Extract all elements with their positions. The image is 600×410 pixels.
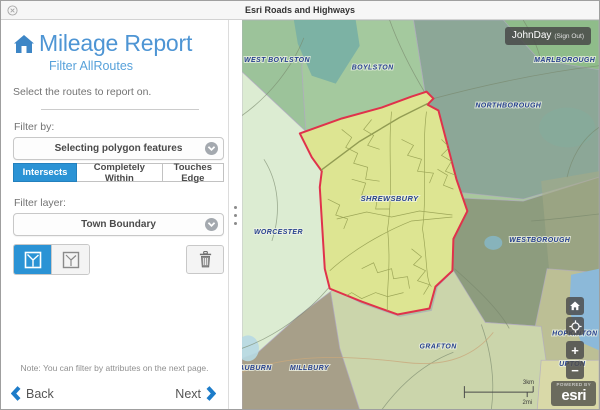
town-label: WEST BOYLSTON (244, 57, 310, 64)
town-label: GRAFTON (420, 343, 458, 350)
esri-brand: esri (556, 388, 591, 403)
map-container: WEST BOYLSTON BOYLSTON MARLBOROUGH NORTH… (242, 20, 599, 410)
panel-header: Mileage Report (13, 30, 225, 57)
divider (41, 109, 199, 110)
scale-mi-label: 2mi (523, 400, 533, 406)
app-title: Esri Roads and Highways (1, 5, 599, 15)
filter-method-dropdown[interactable]: Selecting polygon features (13, 137, 224, 160)
completely-within-button[interactable]: Completely Within (77, 163, 163, 182)
home-icon[interactable] (13, 34, 35, 54)
home-icon (569, 300, 581, 312)
zoom-out-button[interactable]: − (566, 361, 584, 379)
user-name: JohnDay (512, 27, 551, 45)
town-label: BOYLSTON (352, 65, 394, 72)
chevron-down-icon (205, 218, 218, 231)
chevron-right-icon (206, 386, 216, 401)
select-polygon-icon (24, 251, 42, 269)
select-by-extent-button[interactable] (51, 245, 89, 274)
next-button[interactable]: Next (175, 386, 216, 401)
report-panel: Mileage Report Filter AllRoutes Select t… (1, 20, 229, 410)
select-extent-icon (62, 251, 80, 269)
town-label: MARLBOROUGH (534, 57, 596, 64)
sign-out-label: (Sign Out) (554, 33, 584, 40)
home-extent-button[interactable] (566, 297, 584, 315)
town-label: WORCESTER (254, 229, 303, 236)
trash-icon (198, 251, 213, 268)
clear-selection-button[interactable] (186, 245, 224, 274)
chevron-down-icon (205, 142, 218, 155)
instruction-text: Select the routes to report on. (13, 86, 225, 98)
spatial-relation-segment: Intersects Completely Within Touches Edg… (13, 163, 224, 182)
user-sign-out-button[interactable]: JohnDay (Sign Out) (505, 27, 591, 45)
next-label: Next (175, 387, 201, 401)
back-button[interactable]: Back (11, 386, 54, 401)
map-controls: + − (566, 297, 584, 379)
back-label: Back (26, 387, 54, 401)
intersects-button[interactable]: Intersects (13, 163, 77, 182)
touches-edge-button[interactable]: Touches Edge (163, 163, 224, 182)
filter-by-label: Filter by: (14, 121, 225, 133)
wizard-footer: Back Next (11, 386, 216, 401)
selected-town-label: SHREWSBURY (361, 194, 419, 203)
town-label: WESTBOROUGH (509, 237, 571, 244)
map-canvas[interactable]: WEST BOYLSTON BOYLSTON MARLBOROUGH NORTH… (242, 20, 599, 410)
filter-layer-dropdown[interactable]: Town Boundary (13, 213, 224, 236)
select-by-polygon-button[interactable] (14, 245, 51, 274)
esri-logo: POWERED BY esri (551, 381, 596, 407)
selection-tool-group (13, 244, 90, 275)
filter-method-value: Selecting polygon features (55, 143, 183, 154)
note-text: Note: You can filter by attributes on th… (1, 363, 228, 373)
close-icon[interactable] (7, 5, 18, 16)
selection-tools-row (13, 244, 224, 275)
title-bar: Esri Roads and Highways (1, 1, 599, 20)
locate-icon (569, 320, 582, 333)
scale-km-label: 3km (523, 380, 534, 386)
filter-layer-value: Town Boundary (81, 219, 156, 230)
drag-dot (234, 222, 237, 225)
drag-dot (234, 214, 237, 217)
town-label: NORTHBOROUGH (475, 103, 541, 110)
app-window: Esri Roads and Highways Mileage Report F… (0, 0, 600, 410)
drag-dot (234, 206, 237, 209)
zoom-in-button[interactable]: + (566, 341, 584, 359)
page-subtitle: Filter AllRoutes (49, 59, 225, 73)
town-label: AUBURN (242, 365, 272, 372)
chevron-left-icon (11, 386, 21, 401)
locate-button[interactable] (566, 317, 584, 335)
page-title: Mileage Report (39, 30, 192, 57)
panel-resize-handle[interactable] (229, 20, 242, 410)
town-label: MILLBURY (290, 365, 330, 372)
filter-layer-label: Filter layer: (14, 197, 225, 209)
